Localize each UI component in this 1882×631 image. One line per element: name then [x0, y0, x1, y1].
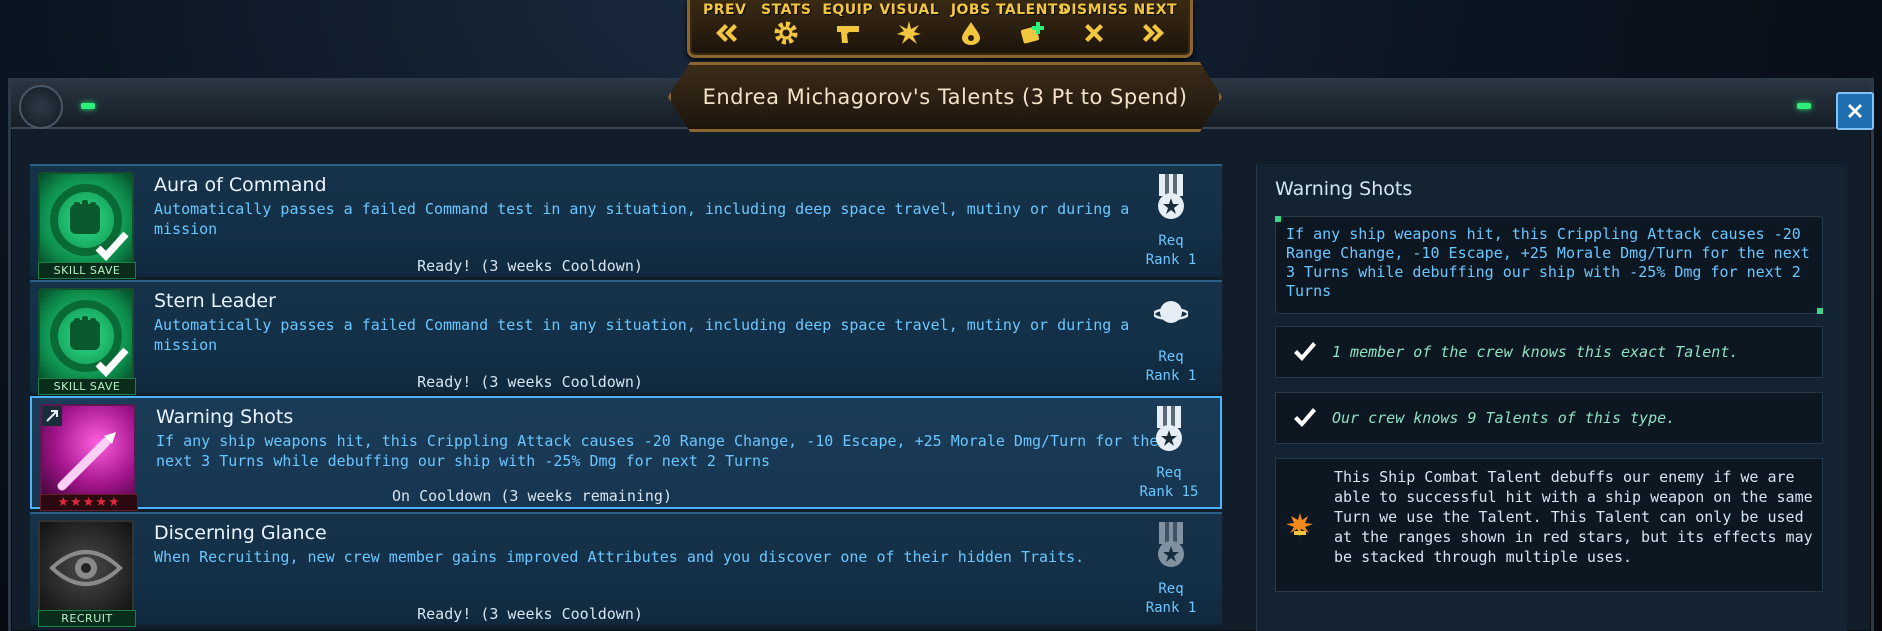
window-title: Endrea Michagorov's Talents (3 Pt to Spe…: [702, 85, 1188, 109]
requirement-label: Req: [1156, 465, 1182, 481]
requirement-label: Req: [1158, 349, 1184, 365]
checkmark-icon: [1294, 408, 1316, 427]
ship-combat-icon: [1286, 513, 1313, 537]
fact-text: Our crew knows 9 Talents of this type.: [1332, 409, 1676, 427]
double-chevron-left-icon: [712, 18, 738, 48]
next-button[interactable]: NEXT: [1126, 2, 1184, 48]
talent-card-icon: [1019, 18, 1045, 48]
talent-name: Stern Leader: [154, 290, 276, 312]
talent-name: Aura of Command: [154, 174, 327, 196]
talent-requirement: Req Rank 1: [1126, 522, 1216, 618]
jobs-button[interactable]: JOBS: [942, 2, 1000, 48]
talent-row[interactable]: SKILL SAVE Stern Leader Automatically pa…: [30, 280, 1222, 395]
close-button[interactable]: [1836, 92, 1874, 130]
visual-label: VISUAL: [879, 2, 940, 18]
detail-description: If any ship weapons hit, this Crippling …: [1275, 216, 1823, 314]
equip-label: EQUIP: [822, 2, 874, 18]
talents-label: TALENTS: [995, 2, 1069, 18]
double-chevron-right-icon: [1142, 18, 1168, 48]
checkmark-icon: [1294, 342, 1316, 361]
window-knob-left: [19, 85, 63, 129]
info-text: This Ship Combat Talent debuffs our enem…: [1334, 468, 1813, 566]
requirement-value: Rank 1: [1145, 600, 1197, 616]
window-title-plate: Endrea Michagorov's Talents (3 Pt to Spe…: [668, 62, 1222, 132]
close-icon: [1848, 104, 1862, 118]
talent-type-info: This Ship Combat Talent debuffs our enem…: [1275, 458, 1823, 592]
talent-status: Ready! (3 weeks Cooldown): [417, 373, 643, 391]
x-icon: [1081, 18, 1107, 48]
dismiss-label: DISMISS: [1059, 2, 1129, 18]
eye-icon: [38, 520, 134, 616]
talents-button[interactable]: TALENTS: [996, 2, 1068, 48]
pistol-icon: [835, 18, 861, 48]
crew-command-bar: PREV STATS EQUIP VISUAL JOBS TALENTS DIS…: [687, 0, 1193, 58]
next-label: NEXT: [1133, 2, 1178, 18]
talent-description: When Recruiting, new crew member gains i…: [154, 548, 1085, 566]
talent-list: SKILL SAVE Aura of Command Automatically…: [30, 164, 1222, 631]
talent-requirement: Req Rank 1: [1126, 290, 1216, 386]
equip-button[interactable]: EQUIP: [819, 2, 877, 48]
detail-title: Warning Shots: [1275, 178, 1413, 200]
talent-description: Automatically passes a failed Command te…: [154, 316, 1130, 354]
fist-icon: [38, 288, 134, 384]
gear-icon: [773, 18, 799, 48]
talent-detail-panel: Warning Shots If any ship weapons hit, t…: [1256, 164, 1847, 631]
missile-icon: [40, 404, 136, 500]
requirement-label: Req: [1158, 581, 1184, 597]
drop-icon: [958, 18, 984, 48]
talent-description: If any ship weapons hit, this Crippling …: [156, 432, 1159, 470]
talent-description: Automatically passes a failed Command te…: [154, 200, 1130, 238]
talent-status: Ready! (3 weeks Cooldown): [417, 605, 643, 623]
burst-icon: [896, 18, 922, 48]
prev-button[interactable]: PREV: [696, 2, 754, 48]
crew-knowledge-fact: Our crew knows 9 Talents of this type.: [1275, 392, 1823, 444]
fist-icon: [38, 172, 134, 268]
requirement-value: Rank 1: [1145, 368, 1197, 384]
talent-requirement: Req Rank 15: [1124, 406, 1214, 502]
jobs-label: JOBS: [950, 2, 991, 18]
requirement-value: Rank 1: [1145, 252, 1197, 268]
visual-button[interactable]: VISUAL: [879, 2, 940, 48]
talent-requirement: Req Rank 1: [1126, 174, 1216, 270]
crew-knowledge-fact: 1 member of the crew knows this exact Ta…: [1275, 326, 1823, 378]
dismiss-button[interactable]: DISMISS: [1059, 2, 1128, 48]
talent-status: On Cooldown (3 weeks remaining): [392, 487, 672, 505]
status-led-right: [1797, 103, 1811, 109]
stats-button[interactable]: STATS: [757, 2, 815, 48]
rank-medal-icon: [1156, 406, 1182, 451]
talent-row[interactable]: RECRUIT Discerning Glance When Recruitin…: [30, 512, 1222, 627]
rank-medal-icon: [1158, 174, 1184, 219]
requirement-value: Rank 15: [1139, 484, 1199, 500]
planet-icon: [1152, 301, 1190, 323]
talent-status: Ready! (3 weeks Cooldown): [417, 257, 643, 275]
prev-label: PREV: [703, 2, 747, 18]
talent-row-selected[interactable]: ★★★★★ Warning Shots If any ship weapons …: [30, 396, 1222, 511]
talent-name: Discerning Glance: [154, 522, 327, 544]
talent-row[interactable]: SKILL SAVE Aura of Command Automatically…: [30, 164, 1222, 279]
stats-label: STATS: [761, 2, 812, 18]
requirement-label: Req: [1158, 233, 1184, 249]
rank-medal-icon: [1158, 522, 1184, 567]
status-led-left: [81, 103, 95, 109]
talent-name: Warning Shots: [156, 406, 294, 428]
fact-text: 1 member of the crew knows this exact Ta…: [1332, 343, 1739, 361]
